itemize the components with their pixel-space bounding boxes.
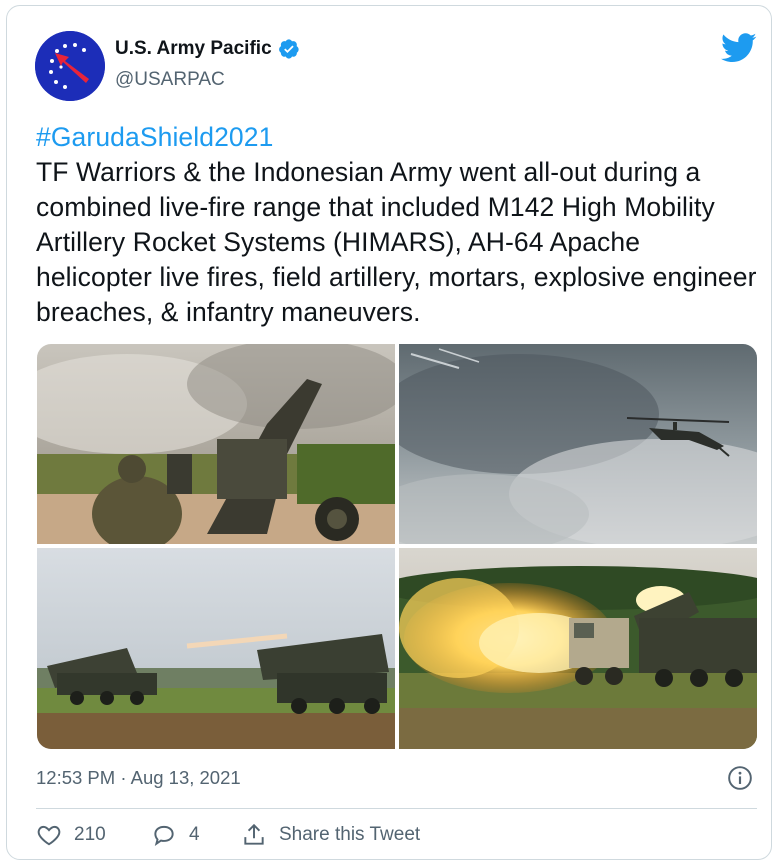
media-grid — [37, 344, 757, 749]
hashtag-link[interactable]: #GarudaShield2021 — [36, 120, 761, 155]
author-name[interactable]: U.S. Army Pacific — [115, 38, 272, 60]
reply-icon — [154, 825, 174, 846]
usarpac-logo-icon — [35, 31, 105, 101]
himars-launchers-photo[interactable] — [37, 548, 395, 749]
verified-badge-icon — [278, 39, 299, 59]
tweet-actions: 210 4 Share this Tweet — [36, 822, 420, 848]
share-button[interactable]: Share this Tweet — [241, 822, 420, 848]
tweet-card: U.S. Army Pacific @USARPAC #GarudaShield… — [6, 5, 772, 860]
share-label: Share this Tweet — [279, 824, 421, 845]
twitter-bird-icon[interactable] — [721, 33, 757, 63]
tweet-body: TF Warriors & the Indonesian Army went a… — [36, 157, 757, 327]
himars-firing-photo[interactable] — [399, 548, 757, 749]
share-icon — [244, 823, 264, 845]
author-handle[interactable]: @USARPAC — [115, 69, 225, 91]
heart-icon — [37, 825, 61, 846]
apache-helicopter-photo[interactable] — [399, 344, 757, 544]
author-avatar[interactable] — [35, 31, 105, 101]
like-button[interactable]: 210 — [36, 822, 151, 848]
howitzer-photo[interactable] — [37, 344, 395, 544]
reply-button[interactable]: 4 — [151, 822, 241, 848]
divider — [36, 808, 757, 809]
like-count: 210 — [74, 824, 106, 845]
tweet-text: #GarudaShield2021 TF Warriors & the Indo… — [36, 120, 761, 330]
reply-count: 4 — [189, 824, 200, 845]
info-icon[interactable] — [727, 765, 753, 791]
tweet-timestamp[interactable]: 12:53 PM · Aug 13, 2021 — [36, 767, 241, 789]
